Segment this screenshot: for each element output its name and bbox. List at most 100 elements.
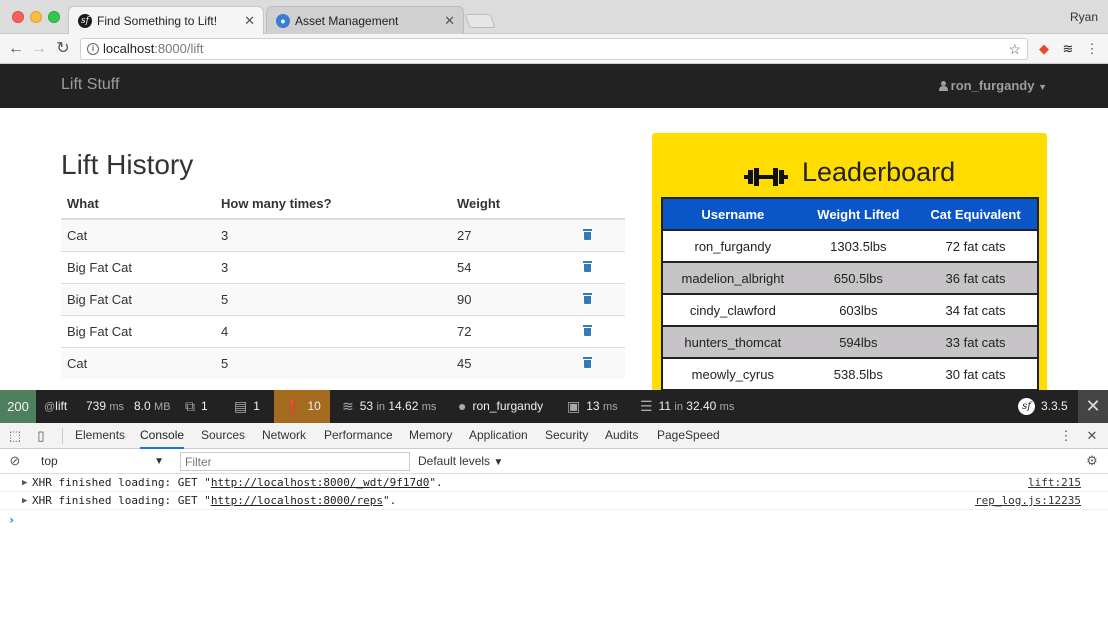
memory-panel[interactable]: 8.0 MB bbox=[134, 390, 171, 423]
console-prompt[interactable]: › bbox=[0, 510, 1108, 530]
leaderboard-panel: Leaderboard Username Weight Lifted Cat E… bbox=[652, 133, 1047, 393]
table-row: Big Fat Cat 4 72 bbox=[61, 314, 625, 347]
new-tab-button[interactable] bbox=[464, 14, 496, 28]
window-minimize-button[interactable] bbox=[30, 11, 42, 23]
console-filter-input[interactable] bbox=[180, 452, 410, 471]
status-code-badge[interactable]: 200 bbox=[0, 390, 36, 423]
trash-icon[interactable] bbox=[583, 356, 592, 368]
tab-sources[interactable]: Sources bbox=[201, 423, 245, 449]
time-panel[interactable]: 739 ms bbox=[86, 390, 124, 423]
user-icon: ● bbox=[458, 398, 467, 415]
tab-pagespeed[interactable]: PageSpeed bbox=[657, 423, 720, 449]
device-toolbar-icon[interactable]: ▯ bbox=[33, 428, 49, 444]
tab-network[interactable]: Network bbox=[262, 423, 306, 449]
symfony-version-panel[interactable]: sf 3.3.5 bbox=[1018, 390, 1068, 423]
database-panel[interactable]: ☰ 11 in 32.40 ms bbox=[640, 390, 734, 423]
warnings-panel[interactable]: ❗ 10 bbox=[274, 390, 330, 423]
site-brand[interactable]: Lift Stuff bbox=[61, 76, 119, 94]
window-zoom-button[interactable] bbox=[48, 11, 60, 23]
leaderboard-header-row: Username Weight Lifted Cat Equivalent bbox=[662, 198, 1038, 230]
bookmark-star-icon[interactable]: ☆ bbox=[1008, 39, 1021, 59]
trash-icon[interactable] bbox=[583, 292, 592, 304]
cell-times: 4 bbox=[215, 314, 451, 347]
close-icon[interactable]: ✕ bbox=[244, 7, 255, 35]
cell-username: madelion_albright bbox=[662, 261, 803, 294]
expand-triangle-icon[interactable]: ▶ bbox=[22, 474, 27, 492]
cell-actions bbox=[577, 314, 625, 347]
column-header-what: What bbox=[61, 188, 215, 220]
tab-elements[interactable]: Elements bbox=[75, 423, 125, 449]
cache-panel[interactable]: ▣ 13 ms bbox=[567, 390, 618, 423]
tab-console[interactable]: Console bbox=[140, 423, 185, 449]
console-settings-gear-icon[interactable]: ⚙ bbox=[1084, 453, 1100, 469]
tab-audits[interactable]: Audits bbox=[605, 423, 638, 449]
cell-username: cindy_clawford bbox=[662, 293, 803, 326]
cache-value: 13 bbox=[586, 399, 600, 413]
table-header-row: What How many times? Weight bbox=[61, 188, 625, 220]
reload-icon[interactable]: ↻ bbox=[53, 39, 73, 59]
symfony-debug-toolbar: 200 @lift 739 ms 8.0 MB ⧉ 1 ▤ 1 ❗ 10 ≋ 53 in… bbox=[0, 390, 1108, 423]
route-at: @ bbox=[44, 401, 56, 413]
browser-tab-asset-management[interactable]: ● Asset Management ✕ bbox=[266, 6, 464, 34]
cell-what: Cat bbox=[61, 346, 215, 379]
trash-icon[interactable] bbox=[583, 228, 592, 240]
url-input[interactable]: i localhost:8000/lift ☆ bbox=[80, 38, 1028, 60]
clear-console-icon[interactable]: ⊘ bbox=[7, 453, 23, 469]
globe-icon: ● bbox=[276, 14, 290, 28]
trash-icon[interactable] bbox=[583, 260, 592, 272]
cell-cat-equivalent: 34 fat cats bbox=[914, 293, 1038, 326]
twig-panel[interactable]: ≋ 53 in 14.62 ms bbox=[342, 390, 436, 423]
cell-times: 3 bbox=[215, 218, 451, 251]
log-url-link[interactable]: http://localhost:8000/_wdt/9f17d0 bbox=[211, 476, 430, 489]
cache-unit: ms bbox=[602, 401, 618, 413]
extension-flame-icon[interactable]: ◆ bbox=[1036, 41, 1052, 57]
cell-weight-lifted: 1303.5lbs bbox=[802, 229, 915, 262]
context-select[interactable]: top ▼ bbox=[34, 452, 168, 471]
console-filter-bar: ⊘ top ▼ Default levels ▼ ⚙ bbox=[0, 449, 1108, 474]
devtools-menu-icon[interactable]: ⋮ bbox=[1058, 428, 1074, 444]
db-unit: ms bbox=[719, 401, 735, 413]
browser-tab-bar: sf Find Something to Lift! ✕ ● Asset Man… bbox=[0, 0, 1108, 34]
security-panel[interactable]: ● ron_furgandy bbox=[458, 390, 543, 423]
tab-security[interactable]: Security bbox=[545, 423, 588, 449]
cell-weight: 54 bbox=[451, 250, 577, 283]
extension-layers-icon[interactable]: ≋ bbox=[1060, 41, 1076, 57]
back-arrow-icon[interactable]: ← bbox=[6, 39, 26, 59]
log-source-link[interactable]: lift:215 bbox=[1028, 474, 1081, 492]
info-icon[interactable]: i bbox=[87, 43, 99, 55]
close-icon[interactable]: ✕ bbox=[444, 7, 455, 35]
browser-menu-icon[interactable]: ⋮ bbox=[1084, 41, 1100, 57]
cell-weight-lifted: 650.5lbs bbox=[802, 261, 915, 294]
expand-triangle-icon[interactable]: ▶ bbox=[22, 492, 27, 510]
log-levels-label: Default levels bbox=[418, 454, 491, 468]
db-in: in bbox=[674, 401, 683, 413]
clipboard-icon: ▤ bbox=[234, 398, 248, 415]
database-icon: ☰ bbox=[640, 398, 653, 415]
forward-arrow-icon[interactable]: → bbox=[29, 39, 49, 59]
window-close-button[interactable] bbox=[12, 11, 24, 23]
column-header-times: How many times? bbox=[215, 188, 451, 220]
cell-weight-lifted: 538.5lbs bbox=[802, 357, 915, 390]
cell-weight: 90 bbox=[451, 282, 577, 315]
tab-application[interactable]: Application bbox=[469, 423, 528, 449]
console-log-row[interactable]: ▶ XHR finished loading: GET "http://loca… bbox=[0, 474, 1108, 492]
console-log-row[interactable]: ▶ XHR finished loading: GET "http://loca… bbox=[0, 492, 1108, 510]
route-panel[interactable]: @lift bbox=[44, 390, 67, 423]
forms-panel[interactable]: ⧉ 1 bbox=[185, 390, 208, 423]
url-path: :8000/lift bbox=[154, 41, 204, 56]
log-suffix: ". bbox=[383, 494, 397, 507]
tab-performance[interactable]: Performance bbox=[324, 423, 393, 449]
toolbar-close-icon[interactable]: ✕ bbox=[1078, 390, 1108, 423]
trash-icon[interactable] bbox=[583, 324, 592, 336]
log-source-link[interactable]: rep_log.js:12235 bbox=[975, 492, 1081, 510]
user-menu-dropdown[interactable]: ron_furgandy ▼ bbox=[938, 78, 1047, 93]
devtools-separator bbox=[62, 428, 63, 444]
logs-panel[interactable]: ▤ 1 bbox=[234, 390, 260, 423]
log-url-link[interactable]: http://localhost:8000/reps bbox=[211, 494, 383, 507]
inspect-element-icon[interactable]: ⬚ bbox=[7, 428, 23, 444]
browser-tab-lift[interactable]: sf Find Something to Lift! ✕ bbox=[68, 6, 264, 34]
log-levels-dropdown[interactable]: Default levels ▼ bbox=[418, 452, 503, 471]
tab-memory[interactable]: Memory bbox=[409, 423, 452, 449]
devtools-close-icon[interactable]: ✕ bbox=[1084, 428, 1100, 444]
os-user-name[interactable]: Ryan bbox=[1070, 10, 1098, 24]
